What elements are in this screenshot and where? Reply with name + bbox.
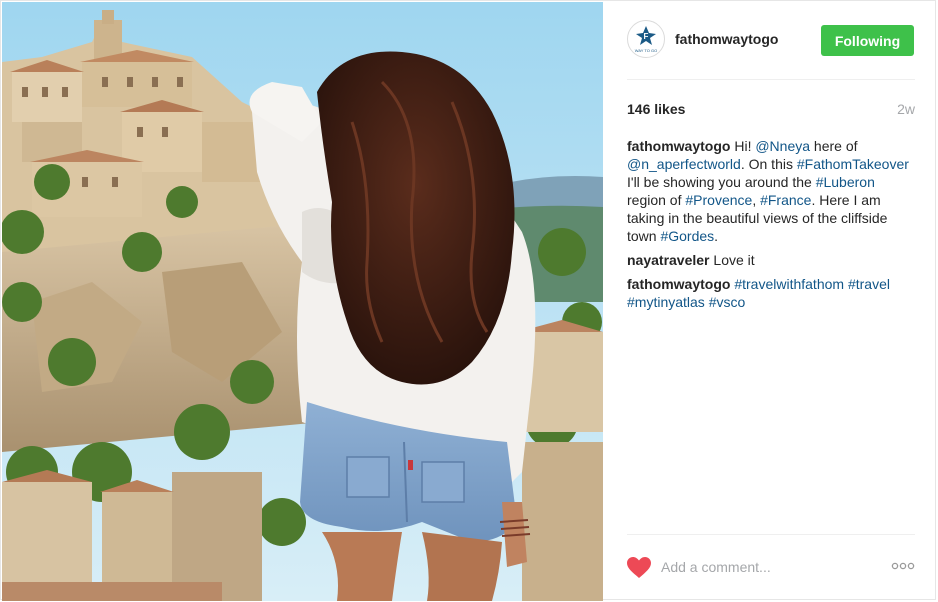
comment-text: I'll be showing you around the: [627, 174, 816, 190]
hashtag-link[interactable]: #travel: [848, 276, 890, 292]
comment-username[interactable]: fathomwaytogo: [627, 276, 730, 292]
hashtag-link[interactable]: #France: [760, 192, 811, 208]
avatar-logo-text: WAY TO GO: [635, 48, 657, 53]
fathom-logo-icon: F WAY TO GO: [635, 26, 657, 53]
hashtag-link[interactable]: #Provence: [685, 192, 752, 208]
comment-text: Hi!: [734, 138, 756, 154]
comment-text: . On this: [740, 156, 797, 172]
heart-icon[interactable]: [627, 557, 651, 579]
hashtag-link[interactable]: #Gordes: [660, 228, 714, 244]
add-comment-input[interactable]: [661, 557, 881, 577]
comment-text: Love it: [713, 252, 755, 268]
like-count[interactable]: 146 likes: [627, 101, 685, 117]
mention-link[interactable]: @Nneya: [755, 138, 810, 154]
post-header: F WAY TO GO fathomwaytogo Following: [627, 19, 915, 80]
instagram-post: F WAY TO GO fathomwaytogo Following 146 …: [0, 0, 937, 601]
post-actions: [627, 534, 915, 602]
comment-item: fathomwaytogo Hi! @Nneya here of @n_aper…: [627, 137, 917, 245]
more-options-icon[interactable]: [891, 559, 915, 573]
comment-text: region of: [627, 192, 686, 208]
likes-row: 146 likes 2w: [627, 101, 915, 121]
hashtag-link[interactable]: #vsco: [709, 294, 746, 310]
hashtag-link[interactable]: #Luberon: [816, 174, 875, 190]
comment-text: .: [714, 228, 719, 244]
hashtag-link[interactable]: #FathomTakeover: [797, 156, 909, 172]
header-username[interactable]: fathomwaytogo: [675, 31, 778, 47]
comment-username[interactable]: nayatraveler: [627, 252, 710, 268]
comment-item: fathomwaytogo #travelwithfathom #travel …: [627, 275, 917, 311]
svg-text:F: F: [644, 32, 649, 41]
mention-link[interactable]: @n_aperfectworld: [627, 156, 741, 172]
comment-text: here of: [810, 138, 858, 154]
comment-list: fathomwaytogo Hi! @Nneya here of @n_aper…: [627, 137, 917, 317]
post-photo[interactable]: [2, 2, 603, 601]
hashtag-link[interactable]: #travelwithfathom: [734, 276, 844, 292]
comment-text: ,: [752, 192, 761, 208]
following-button[interactable]: Following: [821, 25, 914, 56]
photo-illustration: [2, 2, 603, 601]
avatar[interactable]: F WAY TO GO: [627, 20, 665, 58]
post-timestamp[interactable]: 2w: [897, 101, 915, 117]
post-sidebar: F WAY TO GO fathomwaytogo Following 146 …: [603, 1, 937, 601]
comment-item: nayatraveler Love it: [627, 251, 917, 269]
comment-username[interactable]: fathomwaytogo: [627, 138, 730, 154]
hashtag-link[interactable]: #mytinyatlas: [627, 294, 705, 310]
